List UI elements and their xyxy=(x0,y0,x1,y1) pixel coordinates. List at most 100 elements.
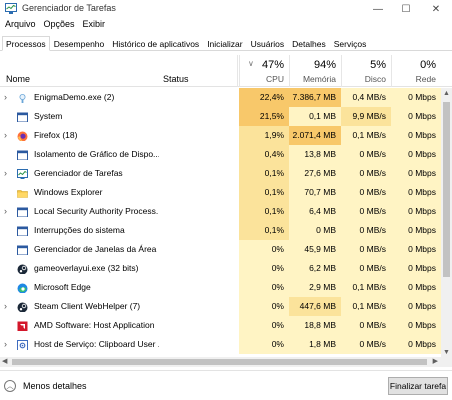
task-manager-icon xyxy=(5,3,17,14)
disk-label: Disco xyxy=(364,74,386,84)
process-disk: 0 MB/s xyxy=(341,316,391,335)
process-cpu: 0% xyxy=(239,335,289,354)
expand-chevron-icon[interactable]: › xyxy=(4,126,14,145)
process-memory: 447,6 MB xyxy=(289,297,341,316)
process-row[interactable]: AMD Software: Host Application 0% 18,8 MB 0… xyxy=(0,316,441,335)
scroll-right-icon[interactable]: ▶ xyxy=(433,357,438,365)
process-disk: 0 MB/s xyxy=(341,183,391,202)
scroll-down-icon[interactable]: ▼ xyxy=(443,349,450,356)
title-bar: Gerenciador de Tarefas — ☐ ✕ xyxy=(0,0,452,18)
tab-usuarios[interactable]: Usuários xyxy=(247,36,289,51)
chevron-up-icon: ︿ xyxy=(4,380,16,392)
process-network: 0 Mbps xyxy=(391,88,441,107)
tab-detalhes[interactable]: Detalhes xyxy=(288,36,330,51)
expand-chevron-icon[interactable]: › xyxy=(4,202,14,221)
column-memory[interactable]: 94% Memória xyxy=(289,55,341,87)
process-list: › EnigmaDemo.exe (2) 22,4% 7.386,7 MB 0,4 MB… xyxy=(0,88,441,358)
process-name: Host de Serviço: Clipboard User ... xyxy=(34,339,159,349)
process-disk: 0,1 MB/s xyxy=(341,297,391,316)
process-row[interactable]: Interrupções do sistema 0,1% 0 MB 0 MB/s 0 M… xyxy=(0,221,441,240)
scroll-up-icon[interactable]: ▲ xyxy=(443,90,450,97)
process-cpu: 0,4% xyxy=(239,145,289,164)
process-network: 0 Mbps xyxy=(391,278,441,297)
process-memory: 0 MB xyxy=(289,221,341,240)
maximize-button[interactable]: ☐ xyxy=(392,0,420,18)
end-task-button[interactable]: Finalizar tarefa xyxy=(388,377,448,395)
process-memory: 13,8 MB xyxy=(289,145,341,164)
process-memory: 0,1 MB xyxy=(289,107,341,126)
tab-desempenho[interactable]: Desempenho xyxy=(50,36,109,51)
process-name: Interrupções do sistema xyxy=(34,225,125,235)
row-spacer xyxy=(4,107,14,126)
expand-chevron-icon[interactable]: › xyxy=(4,335,14,354)
tab-servicos[interactable]: Serviços xyxy=(330,36,371,51)
expand-chevron-icon[interactable]: › xyxy=(4,88,14,107)
process-network: 0 Mbps xyxy=(391,316,441,335)
process-memory: 18,8 MB xyxy=(289,316,341,335)
column-name[interactable]: Nome xyxy=(6,55,156,87)
gear-icon xyxy=(17,339,28,350)
column-status[interactable]: Status xyxy=(163,55,238,87)
steam-icon xyxy=(17,263,28,274)
process-row[interactable]: › Gerenciador de Tarefas 0,1% 27,6 MB 0 MB/s… xyxy=(0,164,441,183)
process-cpu: 0,1% xyxy=(239,202,289,221)
process-memory: 1,8 MB xyxy=(289,335,341,354)
process-disk: 9,9 MB/s xyxy=(341,107,391,126)
process-cpu: 0% xyxy=(239,316,289,335)
close-button[interactable]: ✕ xyxy=(422,0,450,18)
horizontal-scrollbar[interactable]: ◀ ▶ xyxy=(0,357,452,367)
process-row[interactable]: Isolamento de Gráfico de Dispo... 0,4% 13,… xyxy=(0,145,441,164)
process-network: 0 Mbps xyxy=(391,221,441,240)
vertical-scrollbar[interactable]: ▲ ▼ xyxy=(441,88,452,358)
row-spacer xyxy=(4,316,14,335)
less-details-button[interactable]: ︿ Menos detalhes xyxy=(4,379,87,393)
process-row[interactable]: › Steam Client WebHelper (7) 0% 447,6 MB 0,1… xyxy=(0,297,441,316)
process-disk: 0 MB/s xyxy=(341,202,391,221)
process-row[interactable]: Windows Explorer 0,1% 70,7 MB 0 MB/s 0 Mbps xyxy=(0,183,441,202)
process-name: AMD Software: Host Application xyxy=(34,320,155,330)
process-row[interactable]: › Host de Serviço: Clipboard User ... 0% 1,… xyxy=(0,335,441,354)
menu-opcoes[interactable]: Opções xyxy=(44,19,75,33)
network-total: 0% xyxy=(420,59,436,71)
app-window-icon xyxy=(17,225,28,236)
process-network: 0 Mbps xyxy=(391,107,441,126)
process-row[interactable]: › Local Security Authority Process... 0,1%… xyxy=(0,202,441,221)
process-row[interactable]: gameoverlayui.exe (32 bits) 0% 6,2 MB 0 MB/… xyxy=(0,259,441,278)
horizontal-scroll-thumb[interactable] xyxy=(12,359,427,365)
minimize-button[interactable]: — xyxy=(364,0,392,18)
menu-arquivo[interactable]: Arquivo xyxy=(5,19,36,33)
process-network: 0 Mbps xyxy=(391,297,441,316)
process-cpu: 0,1% xyxy=(239,221,289,240)
process-disk: 0 MB/s xyxy=(341,259,391,278)
tab-processos[interactable]: Processos xyxy=(2,36,50,51)
expand-chevron-icon[interactable]: › xyxy=(4,164,14,183)
column-cpu[interactable]: ∨ 47% CPU xyxy=(239,55,289,87)
process-memory: 6,2 MB xyxy=(289,259,341,278)
process-row[interactable]: System 21,5% 0,1 MB 9,9 MB/s 0 Mbps xyxy=(0,107,441,126)
scroll-left-icon[interactable]: ◀ xyxy=(2,357,7,365)
process-name: Windows Explorer xyxy=(34,187,103,197)
process-disk: 0,1 MB/s xyxy=(341,278,391,297)
process-row[interactable]: › Firefox (18) 1,9% 2.071,4 MB 0,1 MB/s 0 Mbp… xyxy=(0,126,441,145)
process-cpu: 0,1% xyxy=(239,183,289,202)
process-network: 0 Mbps xyxy=(391,164,441,183)
column-disk[interactable]: 5% Disco xyxy=(341,55,391,87)
vertical-scroll-thumb[interactable] xyxy=(443,102,450,277)
app-window-icon xyxy=(17,244,28,255)
process-cpu: 1,9% xyxy=(239,126,289,145)
process-row[interactable]: Gerenciador de Janelas da Área ... 0% 45,9… xyxy=(0,240,441,259)
process-name: Gerenciador de Tarefas xyxy=(34,168,123,178)
tab-historico[interactable]: Histórico de aplicativos xyxy=(108,36,203,51)
column-network[interactable]: 0% Rede xyxy=(391,55,441,87)
task-manager-icon xyxy=(17,168,28,179)
process-network: 0 Mbps xyxy=(391,259,441,278)
process-disk: 0,1 MB/s xyxy=(341,126,391,145)
tab-inicializar[interactable]: Inicializar xyxy=(203,36,246,51)
expand-chevron-icon[interactable]: › xyxy=(4,297,14,316)
process-row[interactable]: Microsoft Edge 0% 2,9 MB 0,1 MB/s 0 Mbps xyxy=(0,278,441,297)
menu-exibir[interactable]: Exibir xyxy=(83,19,106,33)
process-name: EnigmaDemo.exe (2) xyxy=(34,92,115,102)
process-disk: 0 MB/s xyxy=(341,221,391,240)
minimize-icon: — xyxy=(373,3,383,15)
process-row[interactable]: › EnigmaDemo.exe (2) 22,4% 7.386,7 MB 0,4 MB… xyxy=(0,88,441,107)
